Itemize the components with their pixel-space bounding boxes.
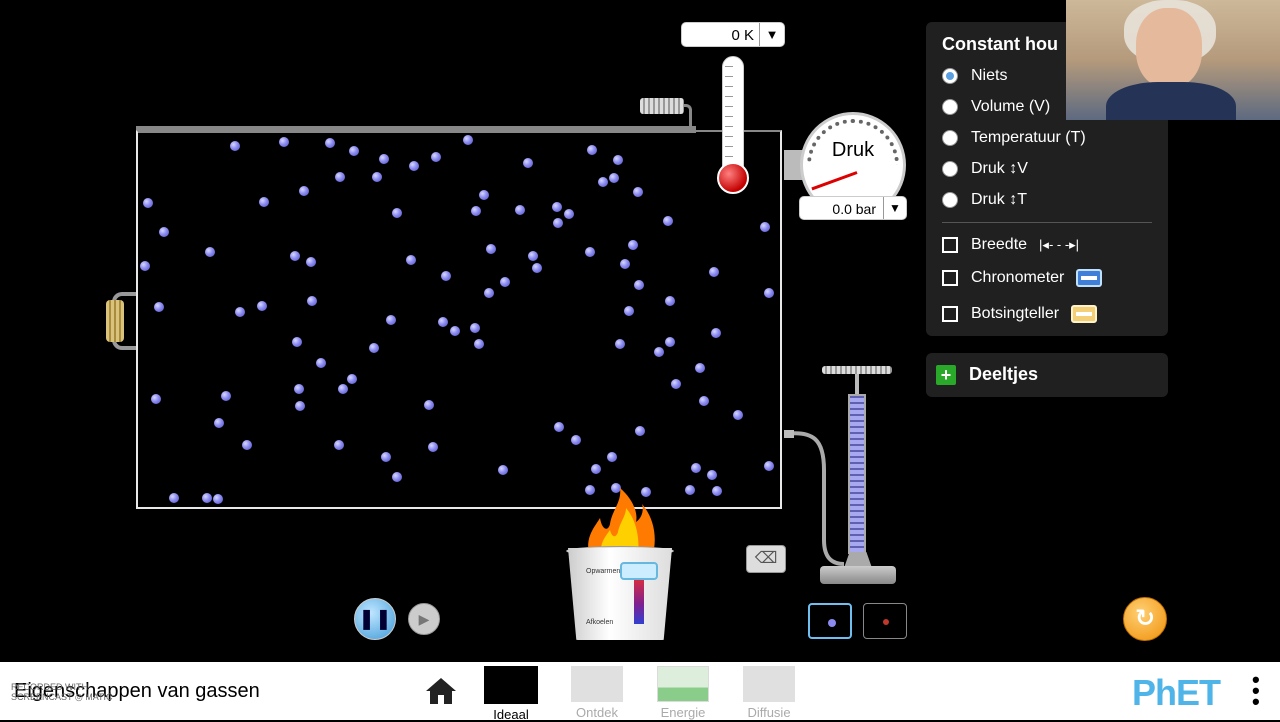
heater-slider-track[interactable]: [634, 574, 644, 624]
chevron-down-icon[interactable]: ▼: [759, 23, 784, 46]
heavy-particle-icon: [828, 619, 836, 627]
eraser-icon: ⌫: [754, 550, 778, 567]
home-icon[interactable]: [424, 676, 458, 706]
webcam-person-face: [1136, 8, 1202, 88]
light-particle-icon: [883, 619, 889, 625]
tab-label: Ontdek: [576, 705, 618, 720]
play-pause-button[interactable]: ❚❚: [354, 598, 396, 640]
webcam-overlay: [1066, 0, 1280, 120]
radio-label: Temperatuur (T): [971, 129, 1086, 146]
lid-handle[interactable]: [640, 98, 684, 114]
tab-label: Energie: [660, 705, 706, 720]
gauge-label: Druk: [831, 139, 875, 161]
reset-all-button[interactable]: ↻: [1123, 597, 1167, 641]
checkbox[interactable]: [942, 237, 958, 253]
stopwatch-icon: [1076, 269, 1103, 287]
checkbox-width[interactable]: Breedte |◂- - -▸|: [942, 233, 1079, 257]
checkbox-label: Botsingteller: [971, 305, 1060, 322]
thermometer-bulb: [717, 162, 749, 194]
radio-label: Druk ↕V: [971, 160, 1028, 177]
tab-label: Diffusie: [747, 705, 791, 720]
radio-label: Niets: [971, 67, 1008, 84]
tab-energie[interactable]: Energie: [655, 666, 711, 720]
panel-title: Constant hou: [942, 34, 1058, 54]
checkbox-collision-counter[interactable]: Botsingteller: [942, 302, 1098, 326]
radio-button[interactable]: [942, 68, 958, 84]
radio-label: Druk ↕T: [971, 191, 1027, 208]
temperature-value: 0 K: [731, 27, 754, 44]
radio-volume[interactable]: Volume (V): [942, 95, 1050, 119]
lid-handle-arm: [684, 104, 692, 128]
pump-handle[interactable]: [822, 366, 892, 374]
particles-accordion[interactable]: + Deeltjes: [926, 353, 1168, 397]
pump-cylinder: [848, 394, 866, 554]
panel-divider: [942, 222, 1152, 223]
checkbox-label: Chronometer: [971, 269, 1065, 286]
checkbox[interactable]: [942, 306, 958, 322]
checkbox-stopwatch[interactable]: Chronometer: [942, 266, 1103, 290]
pump-base: [820, 566, 896, 584]
menu-icon[interactable]: • • •: [1252, 669, 1260, 713]
thermometer-tube: [722, 56, 744, 176]
tab-ontdek[interactable]: Ontdek: [569, 666, 625, 720]
checkbox-label: Breedte: [971, 236, 1028, 253]
pressure-value: 0.0 bar: [832, 201, 876, 217]
width-arrow-icon: |◂- - -▸|: [1039, 237, 1080, 252]
radio-niets[interactable]: Niets: [942, 64, 1007, 88]
radio-pressure-t[interactable]: Druk ↕T: [942, 188, 1027, 212]
container-width-handle[interactable]: [106, 300, 124, 342]
radio-button[interactable]: [942, 99, 958, 115]
tab-energie-thumbnail: [657, 666, 709, 702]
eraser-button[interactable]: ⌫: [746, 545, 786, 573]
navigation-bar: Eigenschappen van gassen RECORDED WITH S…: [0, 662, 1280, 722]
light-species-button[interactable]: [863, 603, 907, 639]
heat-label: Opwarmen: [586, 568, 621, 575]
gauge-needle: [811, 171, 858, 191]
heavy-species-button[interactable]: [808, 603, 852, 639]
radio-label: Volume (V): [971, 98, 1051, 115]
chevron-down-icon[interactable]: ▼: [883, 197, 906, 219]
radio-button[interactable]: [942, 161, 958, 177]
pump-hose: [784, 430, 844, 566]
gas-container: [136, 130, 782, 509]
screencast-watermark: RECORDED WITH SCREENCAST ◎ MATIC: [11, 682, 113, 702]
radio-temperature[interactable]: Temperatuur (T): [942, 126, 1086, 150]
pump-rod: [855, 374, 859, 396]
tab-ideaal-thumbnail: [484, 666, 538, 704]
tab-ideaal[interactable]: Ideaal: [483, 666, 539, 722]
expand-plus-icon[interactable]: +: [936, 365, 956, 385]
pressure-readout[interactable]: 0.0 bar ▼: [799, 196, 907, 220]
radio-button[interactable]: [942, 192, 958, 208]
collision-counter-icon: [1071, 305, 1098, 323]
particles-label: Deeltjes: [969, 364, 1039, 384]
tab-diffusie[interactable]: Diffusie: [741, 666, 797, 720]
cool-label: Afkoelen: [586, 619, 614, 626]
radio-pressure-v[interactable]: Druk ↕V: [942, 157, 1028, 181]
webcam-person-body: [1106, 82, 1236, 120]
step-forward-button[interactable]: ▶: [408, 603, 440, 635]
phet-logo[interactable]: PhET: [1132, 672, 1221, 714]
tab-diffusie-thumbnail: [743, 666, 795, 702]
heater-slider-knob[interactable]: [620, 562, 658, 580]
radio-button[interactable]: [942, 130, 958, 146]
checkbox[interactable]: [942, 270, 958, 286]
temperature-readout[interactable]: 0 K ▼: [681, 22, 785, 47]
tab-ontdek-thumbnail: [571, 666, 623, 702]
